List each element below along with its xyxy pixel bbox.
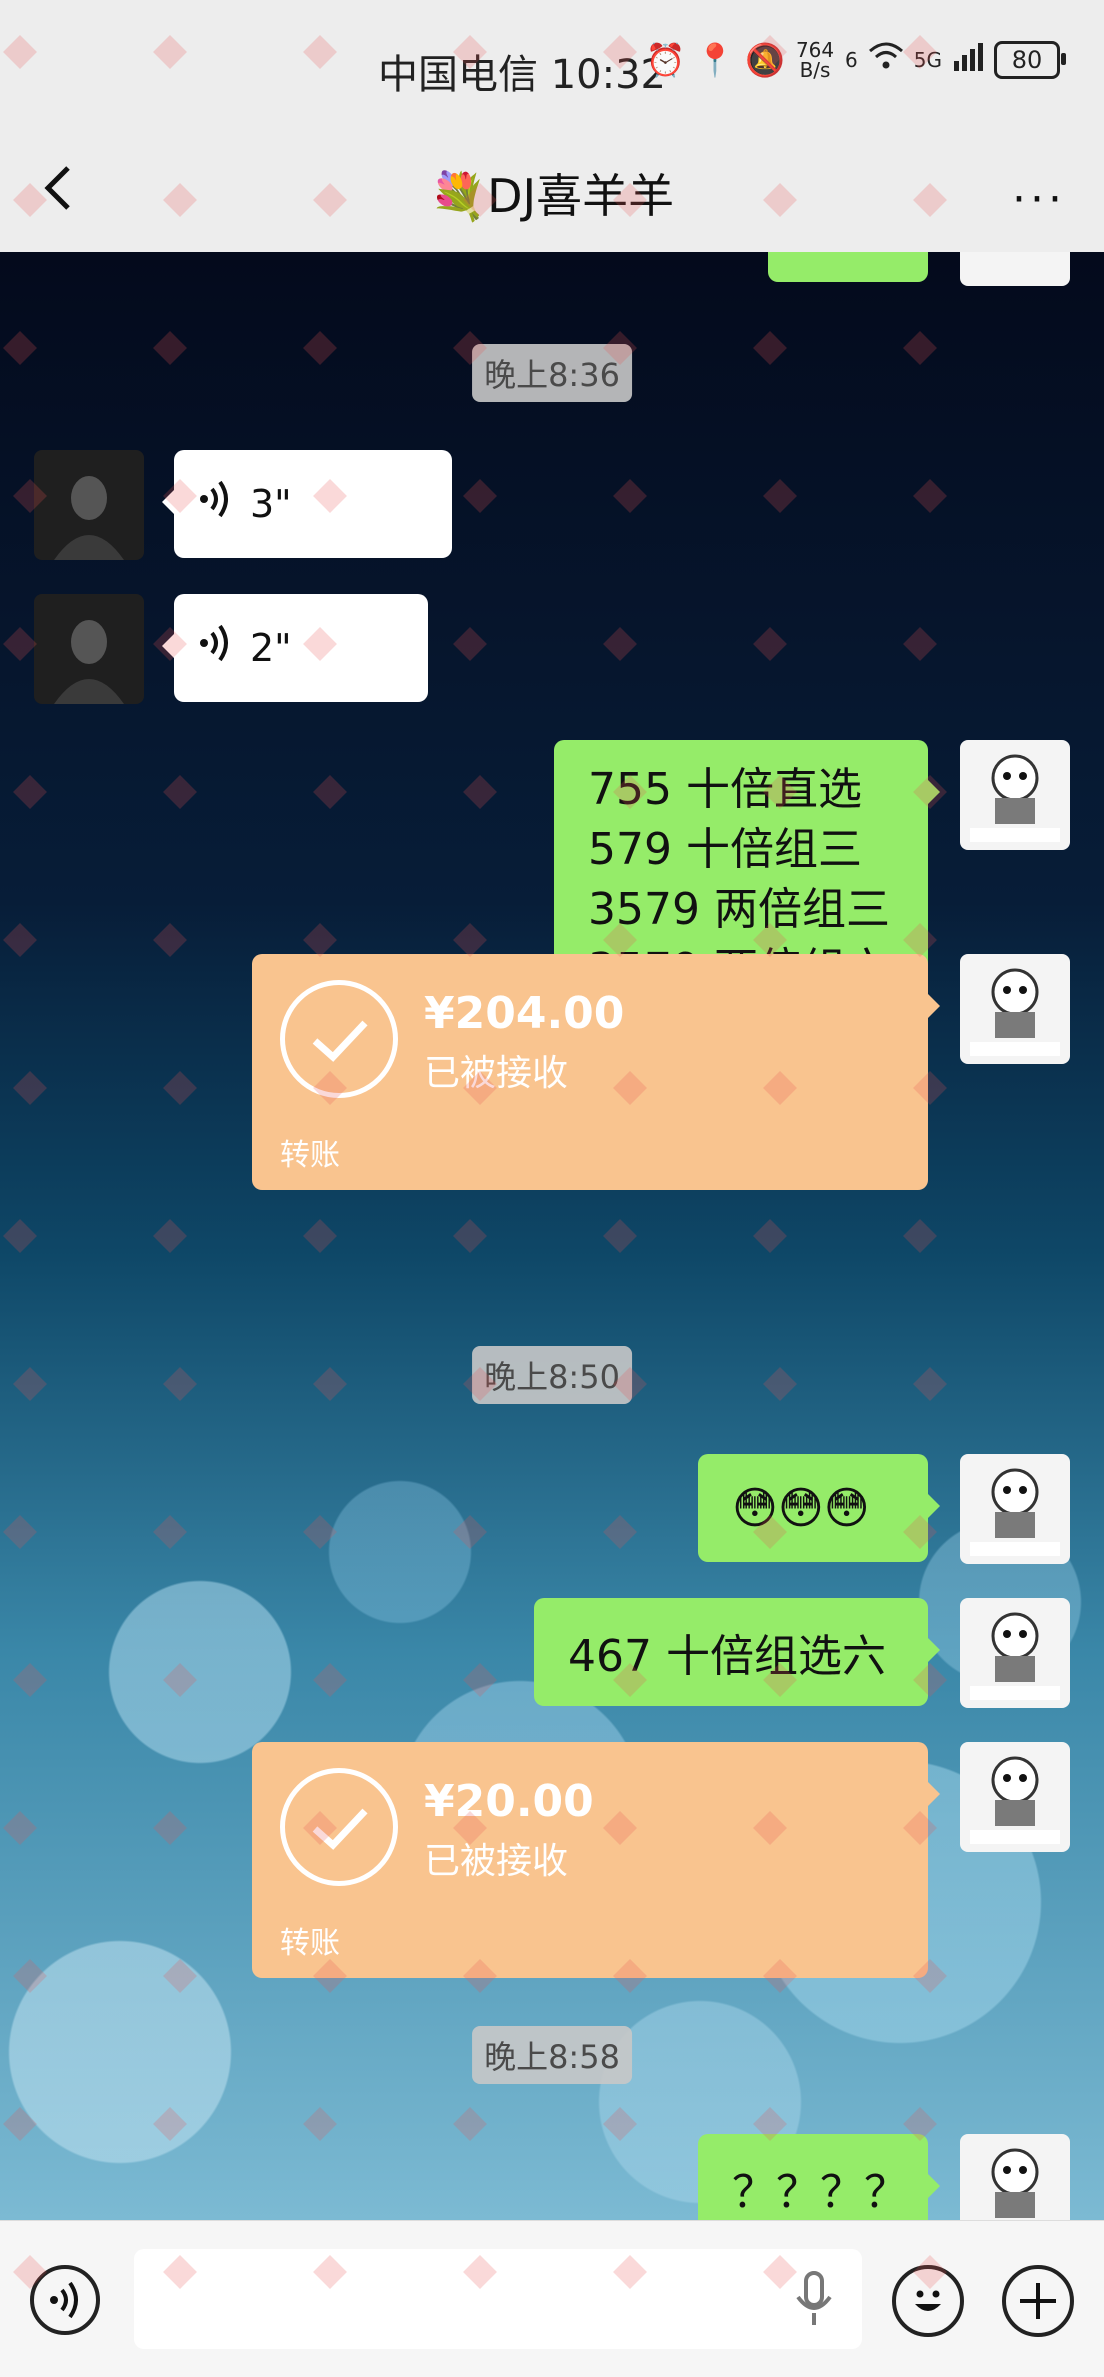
network-type: 5G (913, 48, 942, 72)
transfer-amount: ¥20.00 (424, 1776, 594, 1827)
emoji-button[interactable] (892, 2265, 964, 2337)
signal-icon (952, 41, 984, 79)
check-icon (280, 1768, 398, 1886)
status-icons: ⏰ 📍 🔕 764 B/s 6 5G 80 (645, 38, 1066, 82)
plus-button[interactable] (1002, 2265, 1074, 2337)
avatar[interactable] (960, 1742, 1070, 1852)
input-bar (0, 2220, 1104, 2377)
voice-icon (50, 2281, 78, 2319)
transfer-amount: ¥204.00 (424, 988, 625, 1039)
avatar[interactable] (960, 2134, 1070, 2220)
voice-input-button[interactable] (30, 2265, 100, 2335)
timestamp: 晚上8:36 (472, 344, 632, 402)
microphone-icon[interactable] (794, 2271, 834, 2327)
avatar[interactable] (960, 954, 1070, 1064)
alarm-icon: ⏰ (645, 41, 686, 79)
avatar[interactable] (34, 594, 144, 704)
timestamp: 晚上8:58 (472, 2026, 632, 2084)
voice-icon (198, 623, 232, 674)
transfer-card[interactable]: ¥20.00 已被接收 转账 (252, 1742, 940, 1978)
smiley-icon (915, 2290, 941, 2311)
avatar[interactable] (960, 252, 1070, 286)
text-message[interactable]: 467 十倍组选六 (534, 1598, 940, 1706)
timestamp: 晚上8:50 (472, 1346, 632, 1404)
avatar[interactable] (960, 740, 1070, 850)
net-speed: 764 B/s (795, 38, 835, 82)
signal-label: 6 (845, 48, 858, 72)
status-bar: 中国电信 10:32 ⏰ 📍 🔕 764 B/s 6 5G 80 (0, 0, 1104, 134)
avatar[interactable] (34, 450, 144, 560)
transfer-label: 转账 (280, 1138, 340, 1173)
message-line: 579 十倍组三 (588, 824, 862, 875)
check-icon (280, 980, 398, 1098)
mute-icon: 🔕 (745, 41, 786, 79)
voice-icon (198, 479, 232, 530)
message-line: 755 十倍直选 (588, 764, 862, 815)
location-icon: 📍 (695, 41, 736, 79)
voice-duration: 2" (250, 626, 292, 670)
text-message[interactable]: ？？？？ (698, 2134, 940, 2220)
plus-icon (1020, 2283, 1056, 2319)
chat-area[interactable]: 晚上8:36 3" 2" 755 十倍直选 579 十倍组三 3579 两倍组三… (0, 252, 1104, 2220)
transfer-status: 已被接收 (424, 1841, 569, 1882)
avatar[interactable] (960, 1598, 1070, 1708)
carrier-time: 中国电信 10:32 (378, 52, 666, 98)
message-line: 3579 两倍组三 (588, 884, 890, 935)
message-input[interactable] (134, 2249, 862, 2349)
voice-message[interactable]: 3" (162, 450, 452, 558)
transfer-status: 已被接收 (424, 1053, 569, 1094)
voice-duration: 3" (250, 482, 292, 526)
transfer-card[interactable]: ¥204.00 已被接收 转账 (252, 954, 940, 1190)
avatar[interactable] (960, 1454, 1070, 1564)
chat-title: 💐DJ喜羊羊 (429, 169, 675, 223)
emoji-message[interactable]: 😳😳😳 (698, 1454, 940, 1562)
battery-icon: 80 (994, 41, 1066, 79)
chat-header: 💐DJ喜羊羊 ··· (0, 134, 1104, 253)
transfer-label: 转账 (280, 1926, 340, 1961)
more-button[interactable]: ··· (1012, 174, 1066, 225)
voice-message[interactable]: 2" (162, 594, 428, 702)
partial-message[interactable] (768, 252, 928, 282)
wifi-icon (868, 41, 904, 79)
